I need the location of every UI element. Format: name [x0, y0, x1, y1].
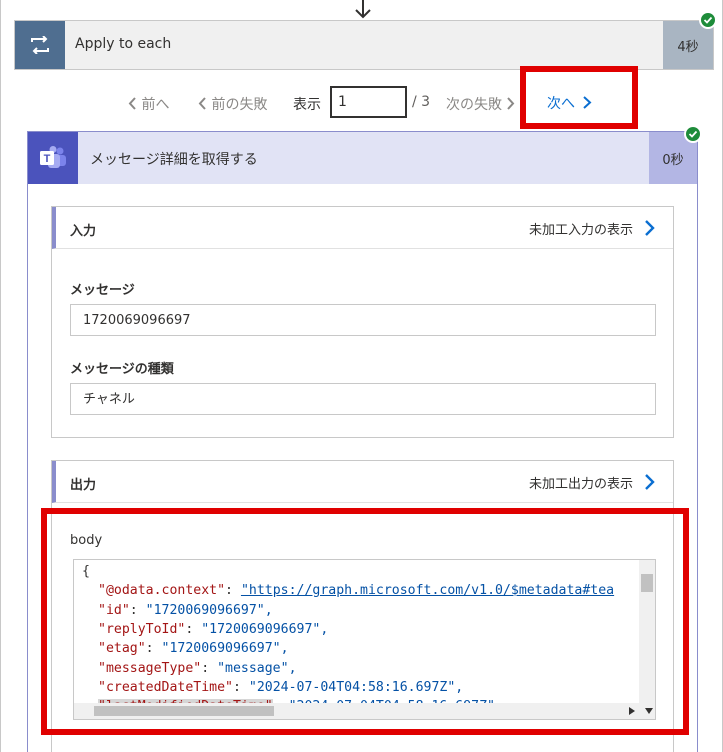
- next-failure-label: 次の失敗: [446, 97, 502, 113]
- loop-icon: [15, 21, 65, 69]
- chevron-right-icon: [507, 97, 515, 110]
- show-raw-outputs-link[interactable]: 未加工出力の表示: [529, 473, 633, 492]
- success-check-icon: [699, 11, 717, 29]
- show-label: 表示: [293, 97, 321, 113]
- teams-icon: T: [28, 132, 78, 184]
- loop-title: Apply to each: [75, 36, 172, 52]
- inputs-header: 入力 未加工入力の表示: [52, 207, 673, 249]
- action-title: メッセージ詳細を取得する: [90, 152, 258, 168]
- page-total: / 3: [412, 94, 431, 110]
- outputs-title: 出力: [70, 478, 97, 493]
- message-type-field: チャネル: [70, 383, 656, 415]
- message-field: 1720069096697: [70, 304, 656, 336]
- chevron-right-icon: [583, 96, 592, 109]
- chevron-right-icon[interactable]: [643, 219, 655, 237]
- next-label: 次へ: [547, 96, 575, 112]
- message-label: メッセージ: [70, 283, 135, 298]
- success-check-icon: [684, 125, 702, 143]
- inputs-title: 入力: [70, 224, 97, 239]
- prev-failure-button[interactable]: 前の失敗: [198, 94, 267, 114]
- prev-failure-label: 前の失敗: [211, 97, 268, 113]
- show-raw-inputs-link[interactable]: 未加工入力の表示: [529, 219, 633, 238]
- prev-label: 前へ: [141, 97, 170, 113]
- apply-to-each-card[interactable]: Apply to each 4秒: [14, 20, 714, 70]
- outputs-header: 出力 未加工出力の表示: [52, 461, 673, 503]
- prev-button[interactable]: 前へ: [128, 94, 169, 114]
- next-failure-button[interactable]: 次の失敗: [446, 94, 515, 114]
- arrow-down-icon: [355, 0, 371, 19]
- body-highlight-box: [41, 508, 689, 735]
- chevron-right-icon[interactable]: [643, 473, 655, 491]
- next-button[interactable]: 次へ: [547, 93, 592, 113]
- chevron-left-icon: [198, 97, 206, 110]
- chevron-left-icon: [128, 97, 136, 110]
- action-header[interactable]: T メッセージ詳細を取得する 0秒: [28, 132, 697, 184]
- page-number-input[interactable]: 1: [330, 86, 407, 118]
- message-type-label: メッセージの種類: [70, 362, 174, 377]
- svg-text:T: T: [44, 153, 51, 165]
